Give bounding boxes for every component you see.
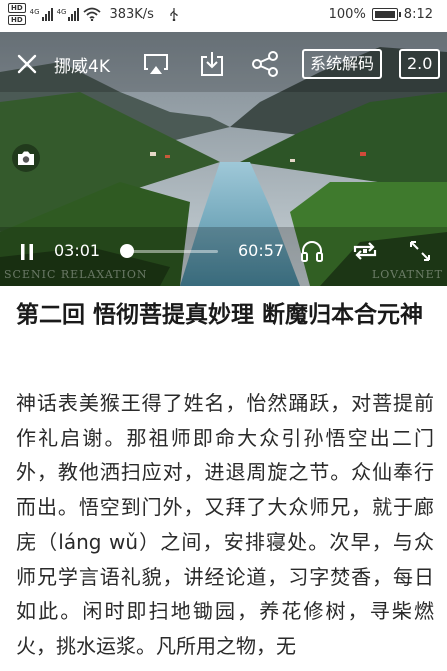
video-title: 挪威4K bbox=[54, 57, 110, 77]
pause-button[interactable] bbox=[17, 242, 37, 262]
status-right: 100% 8:12 bbox=[329, 7, 433, 22]
video-player[interactable]: 挪威4K 系统解码 2.0 03:01 60:57 SCENIC RELAXAT… bbox=[0, 32, 447, 286]
battery-percent: 100% bbox=[328, 7, 366, 22]
sim1-network-tag: 4G bbox=[29, 7, 40, 16]
status-bar: HD HD 4G 4G 383K/s 100% 8:12 bbox=[0, 0, 447, 32]
signal-sim1-icon: 4G bbox=[29, 7, 53, 21]
sim2-network-tag: 4G bbox=[56, 7, 67, 16]
usb-icon bbox=[170, 8, 178, 21]
chapter-title: 第二回 悟彻菩提真妙理 断魔归本合元神 bbox=[16, 302, 424, 328]
progress-handle[interactable] bbox=[119, 244, 134, 258]
pause-icon bbox=[21, 244, 33, 260]
loop-icon bbox=[353, 242, 377, 260]
audio-mode-button[interactable] bbox=[300, 239, 324, 263]
progress-bar[interactable] bbox=[119, 244, 218, 258]
current-time: 03:01 bbox=[54, 241, 101, 260]
share-button[interactable] bbox=[251, 50, 279, 78]
battery-icon bbox=[371, 8, 401, 21]
duration: 60:57 bbox=[238, 241, 285, 260]
camera-icon bbox=[18, 151, 34, 165]
signal-sim2-icon: 4G bbox=[56, 7, 80, 21]
network-speed: 383K/s bbox=[109, 6, 154, 22]
watermark-right: LOVATNET bbox=[372, 268, 443, 281]
clock: 8:12 bbox=[403, 7, 433, 22]
cast-button[interactable] bbox=[141, 50, 171, 78]
hd-indicators: HD HD bbox=[8, 3, 26, 25]
decode-button[interactable]: 系统解码 bbox=[302, 49, 383, 79]
hd-icon: HD bbox=[8, 15, 26, 25]
chapter-body: 神话表美猴王得了姓名，怡然踊跃，对菩提前作礼启谢。那祖师即命大众引孙悟空出二门外… bbox=[16, 391, 434, 658]
decode-button-label: 系统解码 bbox=[302, 49, 383, 79]
fullscreen-button[interactable] bbox=[408, 239, 432, 263]
close-icon bbox=[17, 54, 37, 74]
download-icon bbox=[201, 52, 223, 76]
playback-speed-button[interactable]: 2.0 bbox=[399, 49, 441, 79]
download-button[interactable] bbox=[198, 50, 226, 78]
hd-icon: HD bbox=[8, 3, 26, 13]
share-icon bbox=[252, 51, 278, 77]
loop-button[interactable] bbox=[351, 239, 379, 263]
wifi-icon bbox=[83, 7, 102, 21]
status-left: HD HD 4G 4G 383K/s bbox=[8, 3, 180, 25]
close-button[interactable] bbox=[14, 50, 40, 78]
watermark-left: SCENIC RELAXATION bbox=[4, 268, 148, 281]
chapter-content[interactable]: 第二回 悟彻菩提真妙理 断魔归本合元神 神话表美猴王得了姓名，怡然踊跃，对菩提前… bbox=[0, 286, 447, 671]
fullscreen-icon bbox=[410, 241, 430, 261]
playback-speed-label: 2.0 bbox=[399, 49, 441, 79]
headphones-icon bbox=[301, 241, 323, 262]
cast-icon bbox=[144, 54, 168, 74]
screenshot-button[interactable] bbox=[12, 144, 40, 172]
